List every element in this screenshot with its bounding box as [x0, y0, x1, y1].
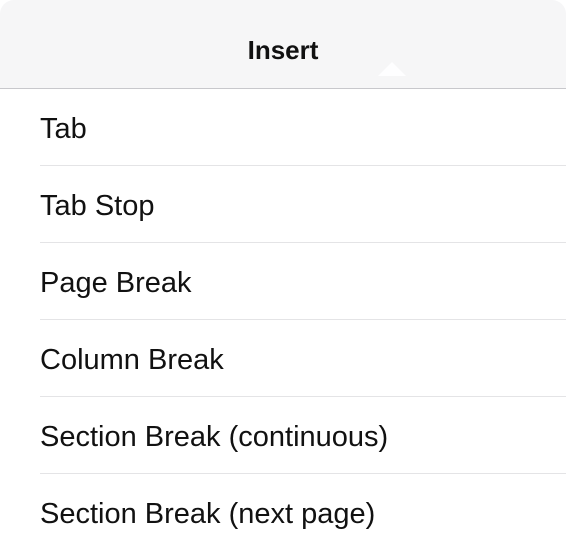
- menu-item-label: Page Break: [40, 267, 192, 299]
- menu-item-label: Section Break (continuous): [40, 421, 389, 453]
- menu-item-label: Tab: [40, 113, 87, 145]
- insert-menu-list: Tab Tab Stop Page Break Column Break Sec…: [0, 89, 566, 541]
- menu-item-label: Section Break (next page): [40, 498, 376, 530]
- menu-item-label: Tab Stop: [40, 190, 155, 222]
- menu-item-section-break-continuous[interactable]: Section Break (continuous): [40, 397, 566, 474]
- insert-popover: Insert Tab Tab Stop Page Break Column Br…: [0, 0, 566, 541]
- menu-item-label: Column Break: [40, 344, 224, 376]
- menu-item-section-break-next-page[interactable]: Section Break (next page): [40, 474, 566, 541]
- menu-item-tab-stop[interactable]: Tab Stop: [40, 166, 566, 243]
- menu-item-tab[interactable]: Tab: [40, 89, 566, 166]
- menu-item-page-break[interactable]: Page Break: [40, 243, 566, 320]
- popover-header: Insert: [0, 0, 566, 89]
- menu-item-column-break[interactable]: Column Break: [40, 320, 566, 397]
- popover-title: Insert: [247, 35, 319, 65]
